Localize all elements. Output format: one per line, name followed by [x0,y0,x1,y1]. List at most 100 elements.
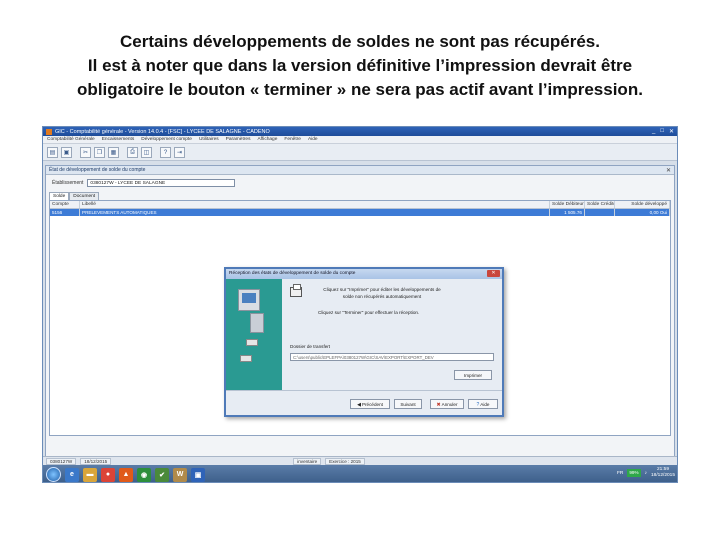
dialog-instruction-print: Cliquez sur "Imprimer" pour éditer les d… [323,287,441,299]
tab-document[interactable]: Document [69,192,100,200]
solde-window-title: État de développement de solde du compte [49,167,146,173]
caption-line-3: obligatoire le bouton « terminer » ne se… [77,80,643,99]
window-controls: _ □ ✕ [652,128,674,135]
menu-item-encaissements[interactable]: Encaissements [102,137,135,142]
help-label: Aide [480,402,490,407]
copy-icon[interactable]: ❐ [94,147,105,158]
app-titlebar: GIC - Comptabilité générale - Version 14… [43,127,677,136]
help-icon[interactable]: ? [160,147,171,158]
menu-item-developpement[interactable]: Développement compte [141,137,192,142]
exit-icon[interactable]: ⇥ [174,147,185,158]
next-button[interactable]: Suivant [394,399,422,409]
previous-label: Précédent [361,402,383,407]
folder-icon[interactable]: ▬ [83,467,97,482]
start-button[interactable] [46,467,61,482]
volume-icon[interactable]: ♪ [645,471,647,476]
toolbar: ▤ ▣ ✂ ❐ ▦ ⎙ ◫ ? ⇥ [43,144,677,161]
app-icon [46,128,52,135]
col-solde-debiteur[interactable]: Solde Débiteur [550,201,585,208]
network-icon [240,355,252,362]
dest-folder-label: Dossier de transfert [290,344,331,349]
previous-button[interactable]: ◀Précédent [350,399,390,409]
printer-icon [290,284,302,297]
computer-icon [238,289,260,311]
help-icon: ? [476,402,480,408]
close-icon[interactable]: ✕ [487,270,500,277]
establishment-row: Établissement 0380127W - LYCEE DE SALAGN… [46,175,674,191]
cell-compte: 5156 [50,209,80,216]
app-title: GIC - Comptabilité générale - Version 14… [55,128,270,135]
gic-icon[interactable]: ▣ [191,467,205,482]
open-icon[interactable]: ▤ [47,147,58,158]
preview-icon[interactable]: ◫ [141,147,152,158]
language-indicator[interactable]: FR [617,471,623,476]
screenshot: GIC - Comptabilité générale - Version 14… [42,126,678,483]
print-button[interactable]: Imprimer [454,370,492,380]
cancel-label: Annuler [441,402,458,407]
maximize-icon[interactable]: □ [660,128,664,135]
solde-window: État de développement de solde du compte… [45,165,675,457]
menu-item-utilitaires[interactable]: Utilitaires [199,137,219,142]
ie-icon[interactable]: e [65,467,79,482]
col-libelle[interactable]: Libellé [80,201,550,208]
status-date: 18/12/2015 [80,457,112,465]
col-compte[interactable]: Compte [50,201,80,208]
dialog-footer: ◀Précédent Suivant ✖Annuler ?Aide [226,390,502,415]
taskbar: e ▬ ● ▲ ◉ ✔ W ▣ FR 99% ♪ 21:59 18/12/201… [43,465,677,482]
vlc-icon[interactable]: ▲ [119,467,133,482]
col-solde-crediteur[interactable]: Solde Créditeur [585,201,615,208]
table-row[interactable]: 5156 PRELEVEMENTS AUTOMATIQUES 1 505.76 … [50,209,670,216]
establishment-field[interactable]: 0380127W - LYCEE DE SALAGNE [87,179,236,187]
dialog-instruction-finish: Cliquez sur "Terminer" pour effectuer la… [318,310,420,315]
status-exercise: Exercice : 2015 [325,457,365,465]
cell-crediteur [585,209,615,216]
dialog-title: Réception des états de développement de … [226,269,502,279]
cell-developpe: 0,00 Oui [615,209,670,216]
minimize-icon[interactable]: _ [652,128,655,135]
slide-caption: Certains développements de soldes ne son… [0,30,720,102]
chrome-icon[interactable]: ● [101,467,115,482]
status-bar: 0380127W 18/12/2015 inventaire Exercice … [43,456,677,465]
cut-icon[interactable]: ✂ [80,147,91,158]
word-icon[interactable]: W [173,467,187,482]
clock-date: 18/12/2015 [650,473,675,478]
cell-debiteur: 1 505.76 [550,209,585,216]
network-icon [246,339,258,346]
grid-header: Compte Libellé Solde Débiteur Solde Créd… [50,201,670,209]
paste-icon[interactable]: ▦ [108,147,119,158]
cell-libelle: PRELEVEMENTS AUTOMATIQUES [80,209,550,216]
save-icon[interactable]: ▣ [61,147,72,158]
back-icon: ◀ [357,402,361,408]
cancel-icon: ✖ [436,402,441,408]
menu-item-fenetre[interactable]: Fenêtre [284,137,301,142]
wizard-illustration [226,279,282,390]
dest-folder-field[interactable]: C:\users\public\EPLEFPA\0380127W\GIC\SAV… [290,353,494,361]
print-icon[interactable]: ⎙ [127,147,138,158]
status-user: inventaire [293,457,322,465]
reception-dialog: Réception des états de développement de … [224,267,504,417]
clock[interactable]: 21:59 18/12/2015 [651,467,675,479]
next-label: Suivant [400,402,416,407]
status-code: 0380127W [46,457,77,465]
caption-line-1: Certains développements de soldes ne son… [120,32,600,51]
tab-solde[interactable]: Solde [49,192,70,200]
tower-icon [250,313,264,333]
system-tray: FR 99% ♪ 21:59 18/12/2015 [617,467,675,479]
menu-item-aide[interactable]: Aide [308,137,318,142]
battery-indicator[interactable]: 99% [627,469,641,477]
menu-item-parametres[interactable]: Paramètres [226,137,251,142]
cancel-button[interactable]: ✖Annuler [430,399,464,409]
menu-item-affichage[interactable]: Affichage [257,137,277,142]
close-icon[interactable]: ✕ [666,167,671,174]
menu-item-comptabilite[interactable]: Comptabilité Générale [47,137,95,142]
solde-window-titlebar: État de développement de solde du compte… [46,166,674,175]
col-solde-developpe[interactable]: Solde développé [615,201,670,208]
app-green-icon[interactable]: ◉ [137,467,151,482]
help-button[interactable]: ?Aide [468,399,498,409]
establishment-label: Établissement [52,180,84,186]
caption-line-2: Il est à noter que dans la version défin… [87,56,633,75]
close-icon[interactable]: ✕ [669,128,674,135]
tab-bar: Solde Document [46,192,674,200]
menu-bar: Comptabilité Générale Encaissements Déve… [43,136,677,144]
app-icon[interactable]: ✔ [155,467,169,482]
